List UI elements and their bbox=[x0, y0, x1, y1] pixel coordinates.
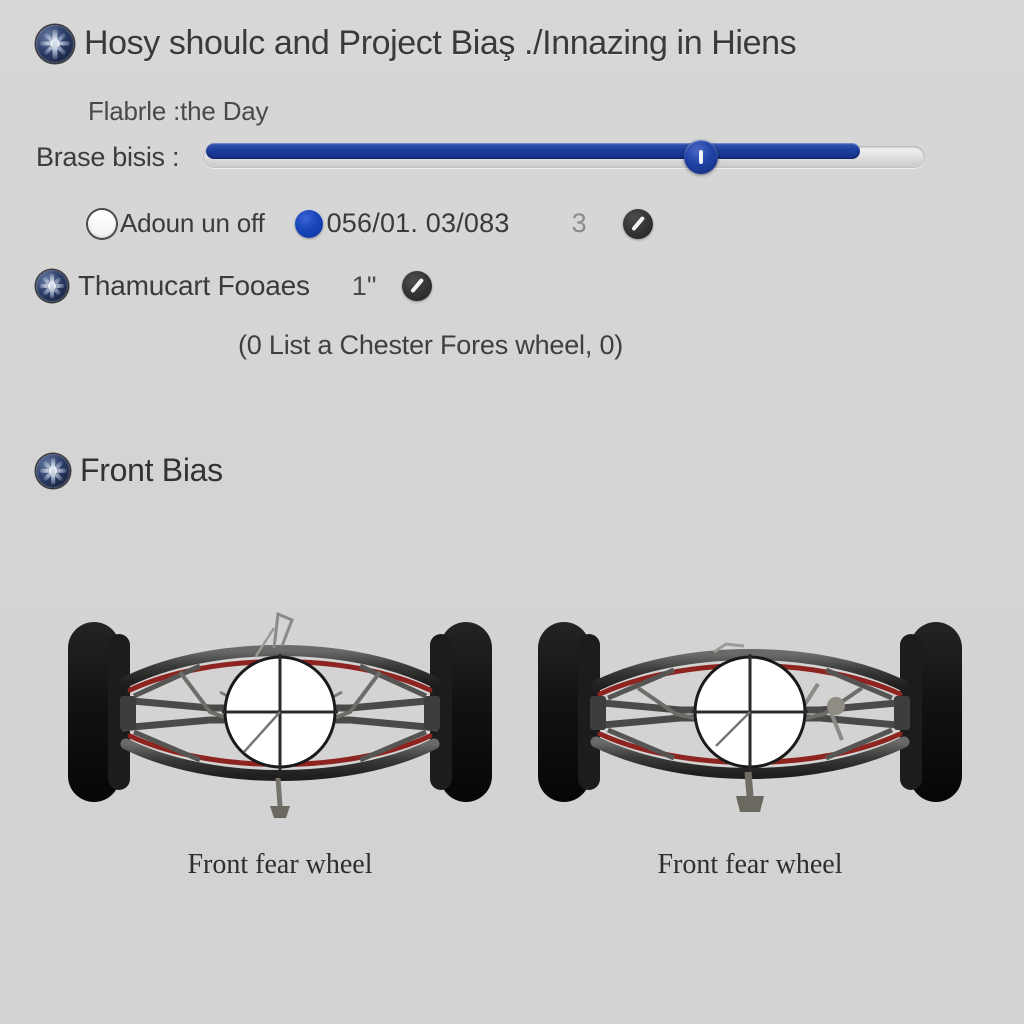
front-suspension-assembly-right bbox=[530, 600, 970, 825]
options-row: Adoun un off 056/01. 03/083 3 bbox=[88, 208, 653, 239]
front-bias-heading-row: Front Bias bbox=[36, 452, 223, 489]
flabrle-label: Flabrle : bbox=[88, 96, 181, 126]
slash-circle-icon[interactable] bbox=[402, 271, 433, 301]
front-bias-heading: Front Bias bbox=[80, 452, 223, 488]
flabrle-value: the Day bbox=[180, 96, 269, 126]
panel-root: Hosy shoulc and Project Biaş ./Innazing … bbox=[0, 0, 1024, 1024]
figure-right: Front fear wheel bbox=[530, 600, 970, 881]
slash-circle-icon[interactable] bbox=[622, 208, 653, 239]
figure-right-caption: Front fear wheel bbox=[657, 849, 843, 880]
brase-bisis-slider[interactable] bbox=[203, 140, 926, 174]
slider-thumb[interactable] bbox=[684, 140, 719, 174]
thamucart-row: Thamucart Fooaes 1" bbox=[36, 270, 433, 302]
thamucart-label: Thamucart Fooaes bbox=[78, 270, 310, 301]
front-suspension-assembly-left bbox=[60, 600, 500, 825]
wheel-icon bbox=[36, 270, 68, 302]
count-readout: 3 bbox=[571, 208, 587, 238]
value-readout: 056/01. 03/083 bbox=[326, 208, 510, 238]
radio-value-selected[interactable] bbox=[294, 209, 323, 238]
figure-left: Front fear wheel bbox=[60, 600, 500, 881]
slider-label: Brase bisis : bbox=[36, 141, 180, 172]
thamucart-unit: 1" bbox=[351, 270, 377, 301]
radio-adoun-un-off[interactable] bbox=[88, 209, 116, 238]
slider-fill bbox=[206, 143, 860, 159]
figures-container: Front fear wheel Front fear wheel bbox=[60, 600, 970, 881]
note-text: (0 List a Chester Fores wheel, 0) bbox=[238, 330, 624, 360]
note-row: (0 List a Chester Fores wheel, 0) bbox=[238, 330, 623, 361]
wheel-icon bbox=[36, 24, 74, 63]
page-title: Hosy shoulc and Project Biaş ./Innazing … bbox=[84, 24, 797, 62]
radio-adoun-un-off-label: Adoun un off bbox=[120, 208, 265, 238]
figure-left-caption: Front fear wheel bbox=[187, 849, 373, 880]
brase-bisis-row: Brase bisis : bbox=[36, 140, 986, 174]
wheel-icon bbox=[36, 453, 70, 488]
flabrle-row: Flabrle : the Day bbox=[88, 96, 269, 127]
page-title-row: Hosy shoulc and Project Biaş ./Innazing … bbox=[36, 24, 797, 63]
